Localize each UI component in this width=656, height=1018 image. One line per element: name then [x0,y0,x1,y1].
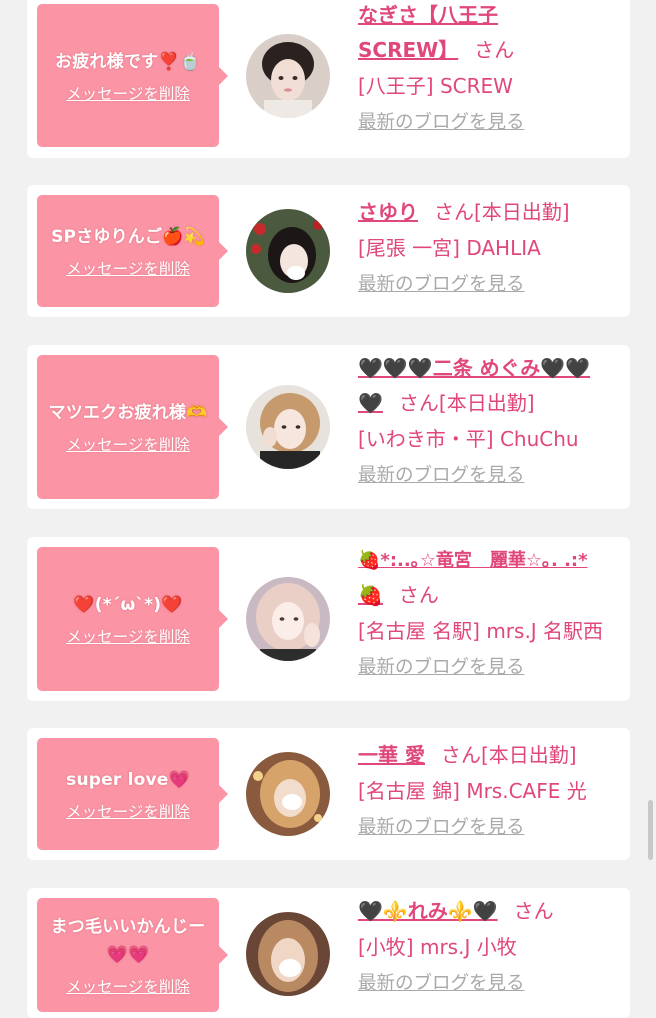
shop-label: [尾張 一宮] DAHLIA [358,236,541,260]
honorific: さん [434,200,474,224]
profile-info: さゆり さん[本日出勤] [尾張 一宮] DAHLIA 最新のブログを見る [358,195,620,300]
profile-name[interactable]: なぎさ【八王子 [358,3,498,27]
profile-info: 🍓*:..｡☆竜宮 麗華☆｡. .:* 🍓 さん [名古屋 名駅] mrs.J 名… [358,543,620,683]
avatar[interactable] [246,912,330,996]
delete-message-link[interactable]: メッセージを削除 [66,975,190,997]
message-card: お疲れ様です❣️🍵 メッセージを削除 なぎさ【八王子 SCREW】 さん [八王子… [27,0,630,158]
message-bubble: マツエクお疲れ様🫶 メッセージを削除 [37,355,228,499]
message-text: まつ毛いいかんじー💗💗 [50,917,206,965]
message-bubble: super love💗 メッセージを削除 [37,738,228,850]
message-card: super love💗 メッセージを削除 一華 愛さん[本日出勤] [名古屋 錦… [27,728,630,860]
message-card: SPさゆりんご🍎💫 メッセージを削除 さゆり さん[本日出勤] [尾張 一宮] D… [27,185,630,317]
message-text: お疲れ様です❣️🍵 [55,51,201,72]
honorific: さん [398,391,439,415]
profile-name-continued[interactable]: 🍓 [358,583,383,607]
message-text: ❤️(*´ω`*)❤️ [73,595,183,615]
scrollbar[interactable] [648,800,653,860]
profile-info: なぎさ【八王子 SCREW】 さん [八王子] SCREW 最新のブログを見る [358,0,620,138]
message-bubble: お疲れ様です❣️🍵 メッセージを削除 [37,4,228,147]
avatar[interactable] [246,34,330,118]
avatar[interactable] [246,577,330,661]
delete-message-link[interactable]: メッセージを削除 [66,800,190,822]
shop-label: [小牧] mrs.J 小牧 [358,935,517,959]
profile-name[interactable]: 🖤🖤🖤二条 めぐみ🖤🖤 [358,356,590,380]
message-card: マツエクお疲れ様🫶 メッセージを削除 🖤🖤🖤二条 めぐみ🖤🖤 🖤 さん[本日出勤]… [27,345,630,509]
message-bubble: SPさゆりんご🍎💫 メッセージを削除 [37,195,228,307]
profile-name[interactable]: 🍓*:..｡☆竜宮 麗華☆｡. .:* [358,550,588,571]
delete-message-link[interactable]: メッセージを削除 [66,82,190,104]
honorific: さん [440,743,481,767]
profile-name-continued[interactable]: 🖤 [358,391,383,415]
latest-blog-link[interactable]: 最新のブログを見る [358,461,620,491]
shop-label: [名古屋 錦] Mrs.CAFE 光 [358,779,587,803]
latest-blog-link[interactable]: 最新のブログを見る [358,969,620,999]
status-badge: [本日出勤] [474,200,570,224]
avatar[interactable] [246,752,330,836]
profile-info: 🖤⚜️れみ⚜️🖤 さん [小牧] mrs.J 小牧 最新のブログを見る [358,894,620,999]
profile-name-continued[interactable]: SCREW】 [358,38,458,62]
message-card: まつ毛いいかんじー💗💗 メッセージを削除 🖤⚜️れみ⚜️🖤 さん [小牧] mrs… [27,888,630,1018]
honorific: さん [398,583,439,607]
profile-info: 🖤🖤🖤二条 めぐみ🖤🖤 🖤 さん[本日出勤] [いわき市・平] ChuChu 最新… [358,351,620,491]
message-text: SPさゆりんご🍎💫 [51,227,205,247]
honorific: さん [513,899,554,923]
message-text: super love💗 [66,770,190,790]
avatar[interactable] [246,209,330,293]
message-text: マツエクお疲れ様🫶 [48,403,208,423]
latest-blog-link[interactable]: 最新のブログを見る [358,813,620,843]
latest-blog-link[interactable]: 最新のブログを見る [358,108,620,138]
latest-blog-link[interactable]: 最新のブログを見る [358,653,620,683]
delete-message-link[interactable]: メッセージを削除 [66,433,190,455]
profile-info: 一華 愛さん[本日出勤] [名古屋 錦] Mrs.CAFE 光 最新のブログを見… [358,738,620,843]
shop-label: [八王子] SCREW [358,74,513,98]
delete-message-link[interactable]: メッセージを削除 [66,257,190,279]
shop-label: [名古屋 名駅] mrs.J 名駅西 [358,619,604,643]
latest-blog-link[interactable]: 最新のブログを見る [358,270,620,300]
message-bubble: まつ毛いいかんじー💗💗 メッセージを削除 [37,898,228,1012]
avatar[interactable] [246,385,330,469]
status-badge: [本日出勤] [438,391,535,415]
message-card: ❤️(*´ω`*)❤️ メッセージを削除 🍓*:..｡☆竜宮 麗華☆｡. .:*… [27,537,630,701]
honorific: さん [474,38,515,62]
delete-message-link[interactable]: メッセージを削除 [66,625,190,647]
shop-label: [いわき市・平] ChuChu [358,427,579,451]
profile-name[interactable]: さゆり [358,200,418,224]
status-badge: [本日出勤] [480,743,577,767]
profile-name[interactable]: 🖤⚜️れみ⚜️🖤 [358,899,498,923]
message-bubble: ❤️(*´ω`*)❤️ メッセージを削除 [37,547,228,691]
profile-name[interactable]: 一華 愛 [358,743,425,767]
